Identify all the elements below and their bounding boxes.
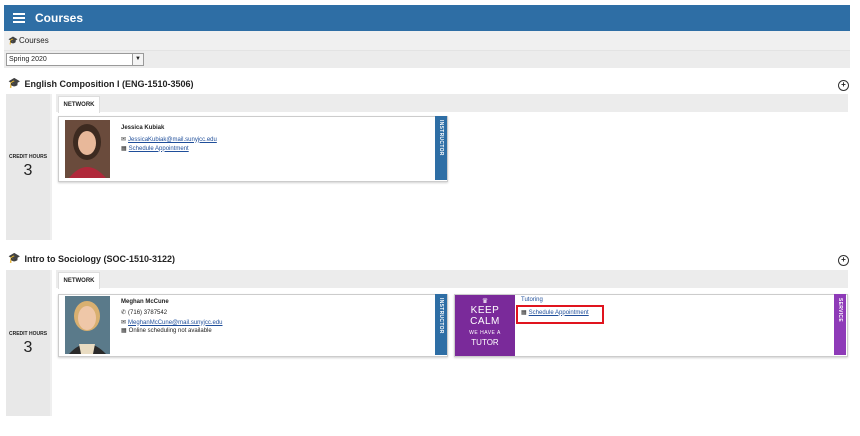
tutor-poster-image: ♛ KEEP CALM WE HAVE A TUTOR	[455, 295, 515, 356]
poster-line-4: TUTOR	[471, 338, 499, 347]
tab-bar: NETWORK	[56, 270, 848, 289]
instructor-phone: (716) 3787542	[128, 309, 168, 316]
credit-hours-label: CREDIT HOURS	[8, 154, 48, 160]
instructor-photo	[65, 296, 110, 354]
credit-hours-value: 3	[23, 162, 33, 179]
instructor-email-line: ✉ MeghanMcCune@mail.sunyjcc.edu	[121, 319, 223, 327]
course-content: NETWORK Meghan McCune ✆ (716) 3787542 ✉ …	[52, 270, 850, 416]
graduation-cap-icon: 🎓	[8, 253, 21, 264]
service-role-label: SERVICE	[837, 298, 843, 322]
instructor-email-link[interactable]: MeghanMcCune@mail.sunyjcc.edu	[128, 320, 222, 326]
expand-plus-icon[interactable]: +	[838, 80, 849, 91]
instructor-name: Jessica Kubiak	[121, 125, 165, 131]
schedule-line: ▦ Schedule Appointment	[121, 145, 189, 153]
instructor-role-tab: INSTRUCTOR	[435, 116, 447, 180]
tab-network[interactable]: NETWORK	[58, 96, 100, 113]
expand-plus-icon[interactable]: +	[838, 255, 849, 266]
instructor-role-tab: INSTRUCTOR	[435, 294, 447, 355]
chevron-down-icon[interactable]: ▼	[132, 54, 143, 65]
instructor-email-line: ✉ JessicaKubiak@mail.sunyjcc.edu	[121, 136, 217, 144]
term-select[interactable]: Spring 2020 ▼	[6, 53, 144, 66]
service-name: Tutoring	[521, 297, 543, 303]
graduation-cap-icon: 🎓	[8, 36, 18, 45]
instructor-name: Meghan McCune	[121, 299, 169, 305]
calendar-icon: ▦	[121, 328, 127, 334]
envelope-icon: ✉	[121, 137, 127, 143]
phone-icon: ✆	[121, 310, 127, 316]
credit-hours-label: CREDIT HOURS	[8, 331, 48, 337]
credit-hours: CREDIT HOURS 3	[6, 94, 50, 240]
course-title: 🎓 Intro to Sociology (SOC-1510-3122)	[8, 253, 175, 264]
poster-line-2: CALM	[470, 316, 500, 327]
poster-line-3: WE HAVE A	[469, 330, 501, 336]
course-title-text: English Composition I (ENG-1510-3506)	[24, 78, 194, 89]
course-title-text: Intro to Sociology (SOC-1510-3122)	[24, 253, 175, 264]
tab-network[interactable]: NETWORK	[58, 272, 100, 289]
scheduling-note-line: ▦ Online scheduling not available	[121, 327, 212, 335]
breadcrumb-label[interactable]: Courses	[19, 36, 49, 45]
credit-hours-value: 3	[23, 339, 33, 356]
hamburger-icon[interactable]	[13, 13, 25, 23]
calendar-icon: ▦	[121, 146, 127, 152]
schedule-appointment-link[interactable]: Schedule Appointment	[129, 146, 189, 152]
instructor-card: Jessica Kubiak ✉ JessicaKubiak@mail.suny…	[58, 116, 448, 182]
course-block: CREDIT HOURS 3 NETWORK Meghan McCune ✆ (…	[6, 270, 850, 416]
service-card: ♛ KEEP CALM WE HAVE A TUTOR Tutoring ▦ S…	[454, 294, 848, 357]
instructor-role-label: INSTRUCTOR	[438, 120, 444, 156]
service-name-line: Tutoring	[521, 297, 543, 303]
crown-icon: ♛	[481, 298, 489, 305]
course-content: NETWORK Jessica Kubiak ✉ JessicaKubiak@m…	[52, 94, 850, 240]
instructor-role-label: INSTRUCTOR	[438, 298, 444, 334]
term-select-value: Spring 2020	[9, 56, 47, 63]
envelope-icon: ✉	[121, 320, 127, 326]
app-header: Courses	[4, 5, 850, 31]
service-role-tab: SERVICE	[834, 294, 846, 355]
term-selector-row: Spring 2020 ▼	[4, 51, 850, 68]
highlight-box	[516, 305, 604, 324]
credit-hours: CREDIT HOURS 3	[6, 270, 50, 416]
course-title: 🎓 English Composition I (ENG-1510-3506)	[8, 78, 193, 89]
breadcrumb: 🎓 Courses	[4, 31, 850, 51]
instructor-card: Meghan McCune ✆ (716) 3787542 ✉ MeghanMc…	[58, 294, 448, 357]
instructor-photo	[65, 120, 110, 178]
page-title: Courses	[35, 11, 84, 25]
tab-bar: NETWORK	[56, 94, 848, 113]
instructor-phone-line: ✆ (716) 3787542	[121, 309, 168, 317]
scheduling-note: Online scheduling not available	[128, 327, 212, 334]
instructor-email-link[interactable]: JessicaKubiak@mail.sunyjcc.edu	[128, 137, 217, 143]
poster-line-1: KEEP	[470, 305, 500, 316]
graduation-cap-icon: 🎓	[8, 78, 21, 89]
course-block: CREDIT HOURS 3 NETWORK Jessica Kubiak ✉ …	[6, 94, 850, 240]
